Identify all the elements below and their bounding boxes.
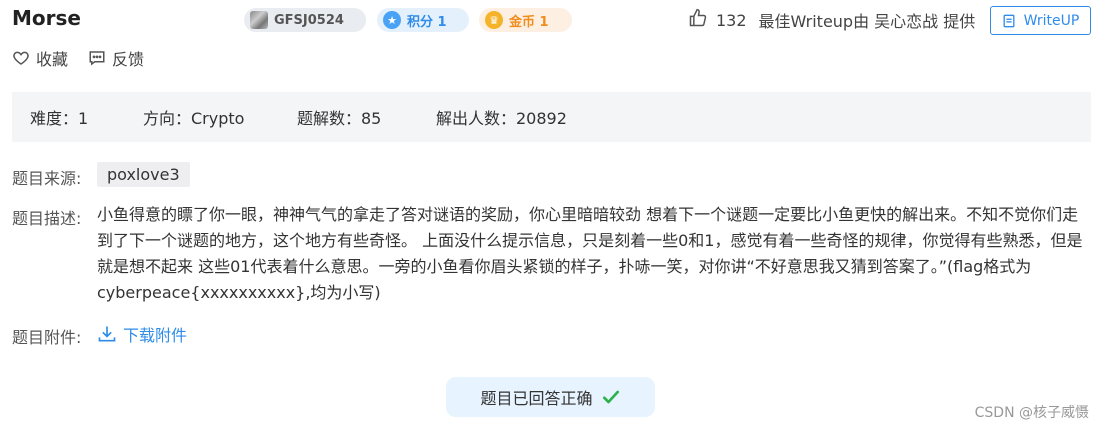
document-icon	[1003, 14, 1015, 27]
download-attachment-link[interactable]: 下载附件	[97, 322, 187, 346]
download-icon	[98, 326, 116, 342]
heart-icon	[13, 51, 29, 65]
solves-stat: 题解数：85	[297, 109, 382, 128]
writeup-credit: 最佳Writeup由 吴心恋战 提供	[758, 12, 976, 31]
gold-badge: ♛ 金币 1	[479, 8, 572, 32]
checkmark-icon	[602, 390, 619, 404]
like-count: 132	[716, 10, 747, 30]
challenge-page: Morse GFSJ0524 ★ 积分 1 ♛ 金币 1 132 最佳Write…	[0, 0, 1105, 429]
writeup-button[interactable]: WriteUP	[990, 6, 1091, 35]
description-label: 题目描述:	[12, 209, 82, 228]
source-label: 题目来源:	[12, 169, 82, 188]
challenge-thumbnail-icon	[250, 11, 268, 29]
stats-bar: 难度：1 方向：Crypto 题解数：85 解出人数：20892	[12, 92, 1091, 142]
solvers-stat: 解出人数：20892	[436, 109, 567, 128]
description-text: 小鱼得意的瞟了你一眼，神神气气的拿走了答对谜语的奖励，你心里暗暗较劲 想着下一个…	[97, 205, 1083, 302]
challenge-id-badge: GFSJ0524	[244, 8, 366, 32]
writeup-button-label: WriteUP	[1023, 12, 1080, 29]
favorite-label: 收藏	[36, 50, 69, 69]
csdn-watermark: CSDN @核子威慑	[974, 405, 1089, 421]
challenge-id-text: GFSJ0524	[274, 12, 344, 28]
attachment-label: 题目附件:	[12, 328, 82, 347]
difficulty-stat: 难度：1	[30, 109, 89, 128]
favorite-button[interactable]: 收藏	[12, 46, 68, 70]
like-area: 132 最佳Writeup由 吴心恋战 提供	[688, 8, 975, 32]
answered-status: 题目已回答正确	[446, 377, 655, 417]
gold-text: 金币 1	[509, 14, 549, 30]
challenge-title: Morse	[12, 6, 81, 30]
message-icon	[89, 51, 105, 66]
coin-icon: ♛	[485, 11, 503, 29]
feedback-label: 反馈	[112, 50, 145, 69]
star-icon: ★	[383, 11, 401, 29]
answered-text: 题目已回答正确	[480, 389, 593, 408]
download-label: 下载附件	[123, 326, 188, 345]
action-bar: 收藏 反馈	[12, 46, 144, 70]
score-badge: ★ 积分 1	[377, 8, 469, 32]
direction-stat: 方向：Crypto	[143, 109, 245, 128]
score-text: 积分 1	[407, 14, 447, 30]
feedback-button[interactable]: 反馈	[88, 46, 144, 70]
thumbs-up-icon[interactable]	[688, 8, 708, 32]
source-tag[interactable]: poxlove3	[97, 162, 190, 187]
